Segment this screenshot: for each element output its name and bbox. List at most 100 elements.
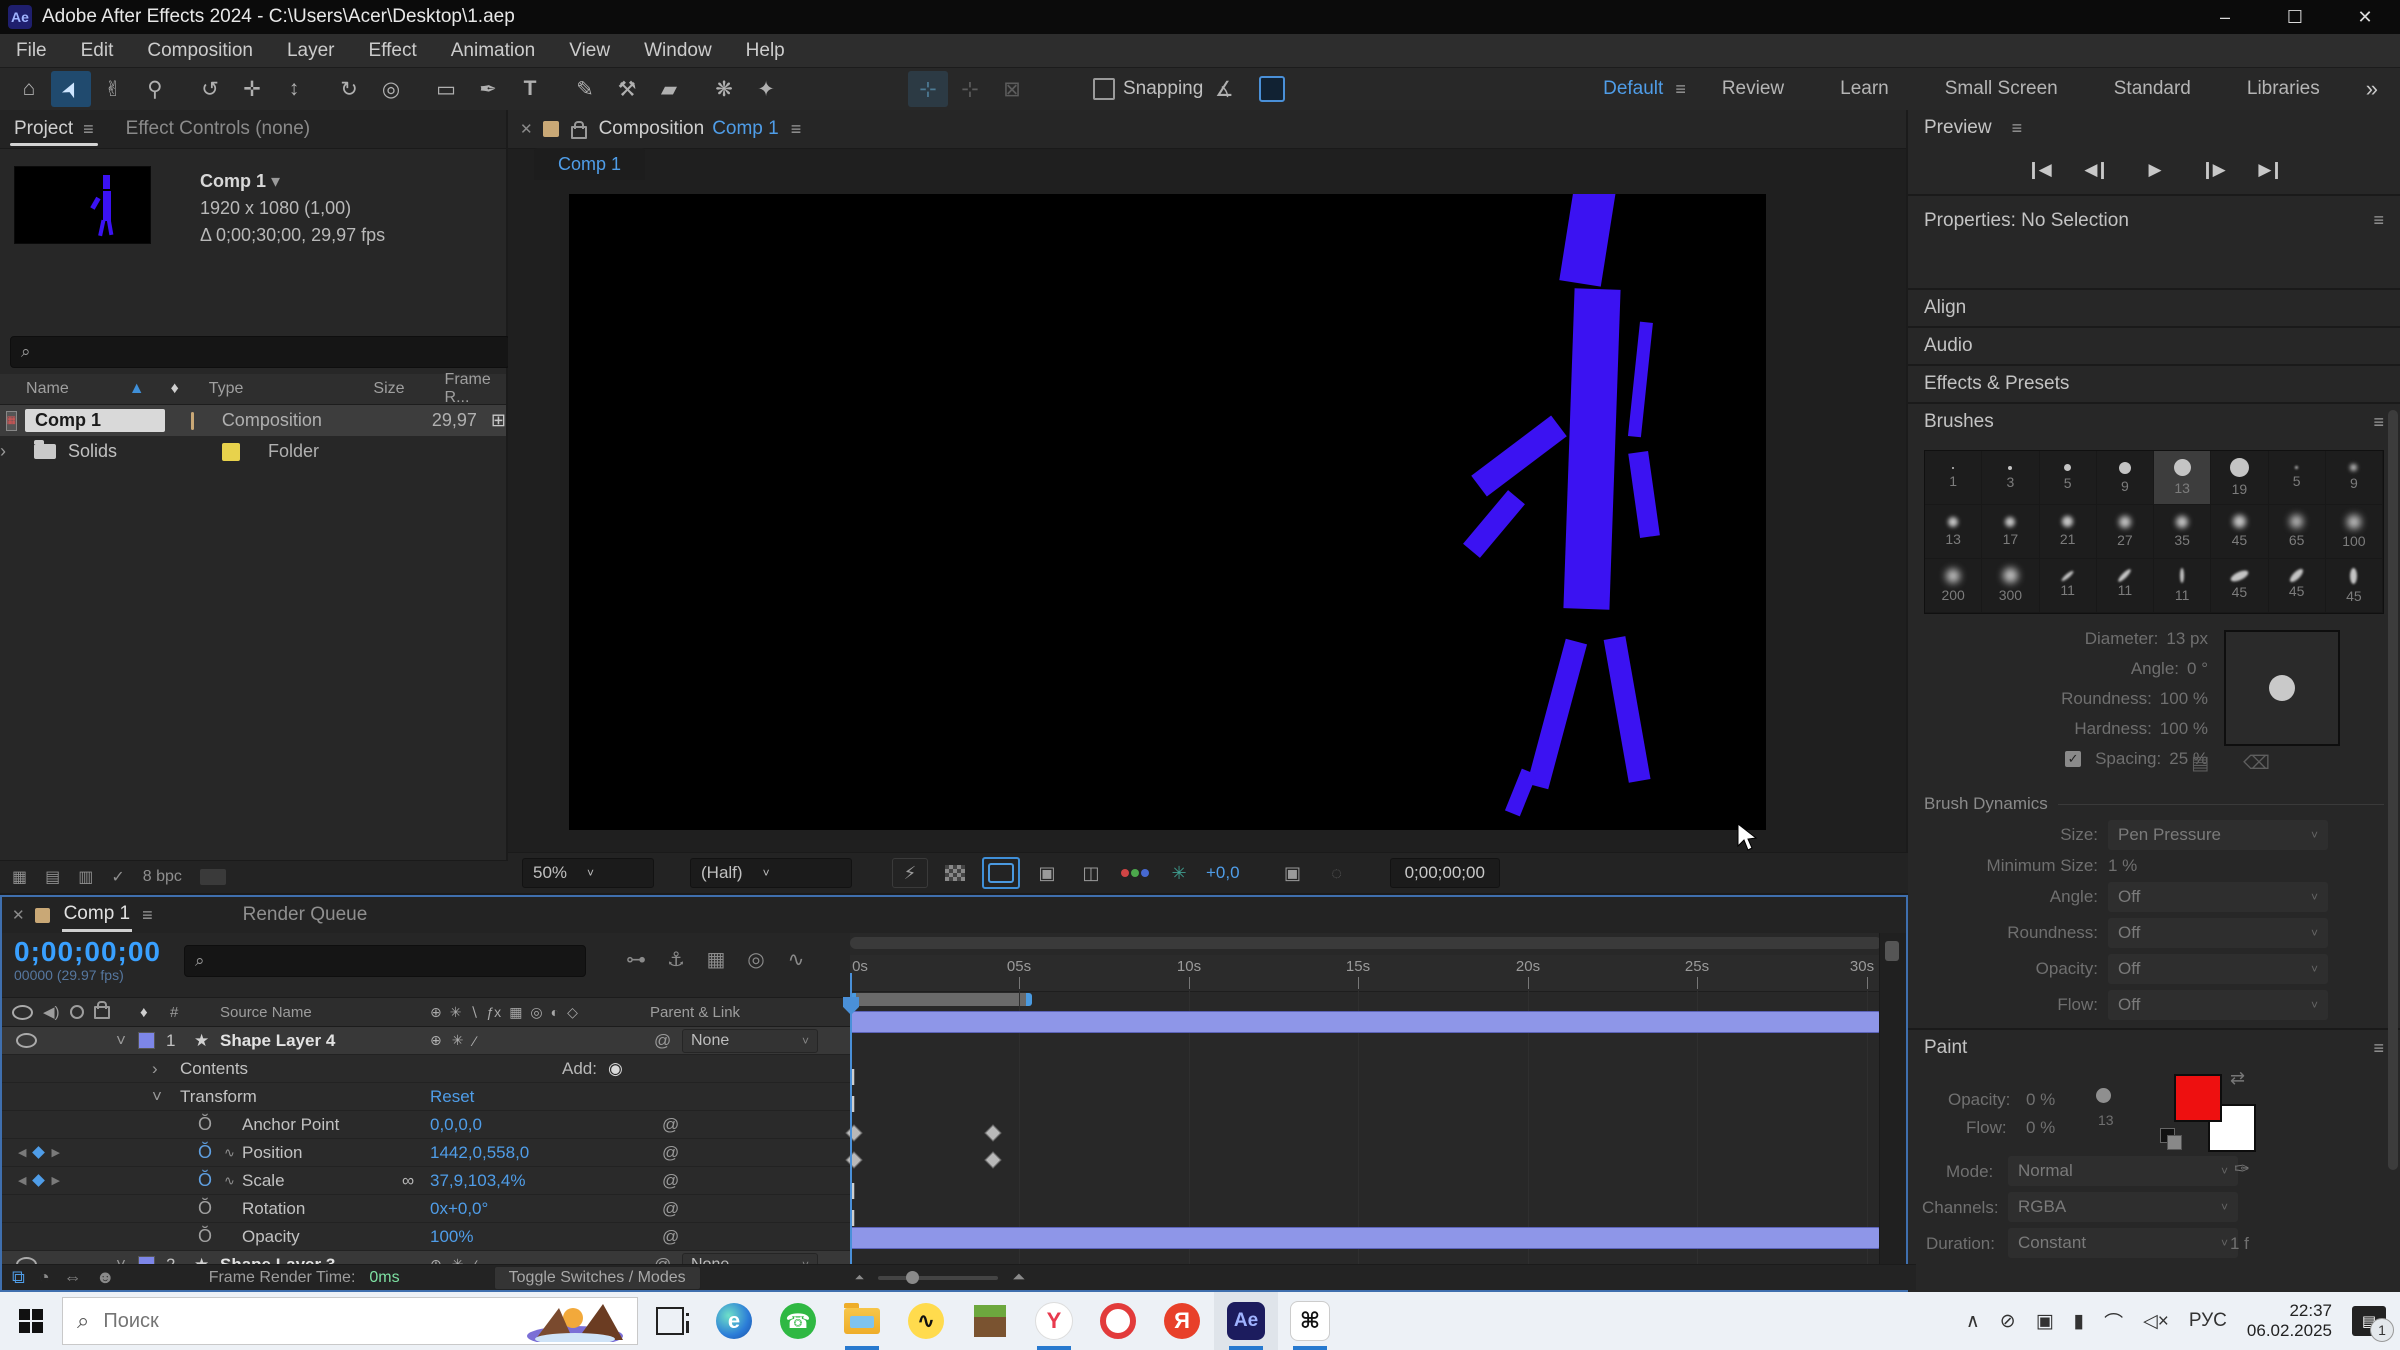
stopwatch-icon[interactable]: Ŏ [198,1226,212,1247]
property-name[interactable]: Position [242,1139,302,1166]
shape-tool-icon[interactable]: ▭ [426,71,466,107]
pickwhip-icon[interactable]: @ [662,1167,679,1194]
brush-preset[interactable]: 35 [2154,505,2211,559]
layer-duration-bar[interactable] [850,1011,1880,1033]
properties-panel-menu-icon[interactable]: ≡ [2373,210,2384,231]
menu-help[interactable]: Help [746,40,785,62]
diameter-value[interactable]: 13 px [2166,624,2208,654]
flowchart-icon[interactable]: ⊞ [491,410,506,431]
hand-tool-icon[interactable]: ✌ [93,71,133,107]
timeline-tab-comp1[interactable]: Comp 1 [62,899,133,932]
composition-canvas[interactable] [569,194,1766,830]
solo-column-icon[interactable] [70,1005,84,1019]
constrain-link-icon[interactable]: ∞ [402,1167,414,1194]
property-value[interactable]: 0,0,0,0 [430,1111,482,1138]
property-name[interactable]: Opacity [242,1223,300,1250]
workspace-small-screen[interactable]: Small Screen [1917,78,2086,100]
project-item-name[interactable]: Comp 1 [25,409,165,432]
taskbar-app-yandex-browser[interactable]: Y [1022,1292,1086,1350]
workspace-default[interactable]: Default [1575,78,1691,100]
properties-panel-title[interactable]: Properties: No Selection [1924,210,2129,232]
parent-dropdown[interactable]: None˅ [682,1029,818,1053]
expand-icon[interactable]: › [0,441,12,462]
brush-preset[interactable]: 45 [2269,559,2326,613]
workspace-review[interactable]: Review [1694,78,1812,100]
show-snapshot-icon[interactable]: ◌ [1320,859,1354,887]
keyframe-toggle-icon[interactable] [33,1174,46,1187]
dyn-angle-dropdown[interactable]: Off˅ [2108,882,2328,912]
channel-icon[interactable] [1118,859,1152,887]
project-comp-name[interactable]: Comp 1 [200,171,266,191]
viewer-subtab[interactable]: Comp 1 [534,148,645,180]
brush-preset[interactable]: 5 [2040,451,2097,505]
video-column-icon[interactable] [12,1005,33,1020]
taskbar-app-minecraft[interactable] [958,1292,1022,1350]
brush-preset[interactable]: 27 [2097,505,2154,559]
snap-angle-icon[interactable]: ∡ [1204,71,1244,107]
project-color-depth[interactable]: 8 bpc [143,868,182,886]
parent-link-column-header[interactable]: Parent & Link [650,998,740,1026]
brush-preset[interactable]: 3 [1982,451,2039,505]
wifi-icon[interactable]: ⌒ [2104,1308,2123,1335]
keyframe-toggle-icon[interactable] [33,1146,46,1159]
adjust-icon[interactable]: ✓ [111,867,124,887]
viewer-tab-kind[interactable]: Composition [599,118,705,140]
brush-preset[interactable]: 45 [2326,559,2383,613]
menu-file[interactable]: File [16,40,47,62]
swap-colors-icon[interactable]: ⇄ [2230,1068,2245,1089]
puppet-pin-tool-icon[interactable]: ✦ [746,71,786,107]
dyn-min-size-value[interactable]: 1 % [2108,856,2137,876]
spacing-checkbox[interactable]: ✓ [2065,751,2081,767]
transform-reset-link[interactable]: Reset [430,1083,474,1110]
property-name[interactable]: Anchor Point [242,1111,339,1138]
taskbar-app-whatsapp[interactable]: ☎ [766,1292,830,1350]
sort-ascending-icon[interactable]: ▲ [129,380,145,398]
col-name[interactable]: Name [26,380,69,398]
stopwatch-icon[interactable]: Ŏ [198,1142,212,1163]
brush-preset[interactable]: 11 [2040,559,2097,613]
group-row-contents[interactable]: › Contents Add: ◉ [2,1055,850,1083]
new-brush-icon[interactable]: ▤ [2191,752,2209,775]
eraser-tool-icon[interactable]: ▰ [649,71,689,107]
next-frame-button[interactable]: ❙▶ [2190,154,2234,186]
brush-preset[interactable]: 9 [2097,451,2154,505]
prev-keyframe-icon[interactable]: ◀ [18,1174,26,1187]
expand-collapse-icon[interactable]: ⇔ [64,1267,82,1288]
prop-row-rotation[interactable]: Ŏ Rotation 0x+0,0° @ [2,1195,850,1223]
zoom-tool-icon[interactable]: ⚲ [135,71,175,107]
viewer-tab-name[interactable]: Comp 1 [712,118,779,140]
brush-preset[interactable]: 100 [2326,505,2383,559]
audio-panel-header[interactable]: Audio [1908,326,2400,364]
task-view-button[interactable] [638,1292,702,1350]
brush-preset-selected[interactable]: 13 [2154,451,2211,505]
volume-muted-icon[interactable]: ◁× [2143,1310,2169,1333]
current-time-display[interactable]: 0;00;00;00 [14,937,184,967]
close-tab-icon[interactable]: ✕ [520,120,533,138]
collapse-icon[interactable]: ✳ [450,1004,462,1021]
menu-effect[interactable]: Effect [369,40,417,62]
stopwatch-icon[interactable]: Ŏ [198,1114,212,1135]
draft-3d-icon[interactable]: ⚓ [656,947,696,972]
magnification-dropdown[interactable]: 50%˅ [522,858,654,888]
viewer-panel-menu-icon[interactable]: ≡ [791,119,802,140]
pen-tool-icon[interactable]: ✒ [468,71,508,107]
brush-tool-icon[interactable]: ✎ [565,71,605,107]
brush-preset[interactable]: 1 [1925,451,1982,505]
brush-preset[interactable]: 9 [2326,451,2383,505]
workspace-learn[interactable]: Learn [1812,78,1917,100]
effects-icon[interactable]: ƒx [486,1004,501,1020]
parent-pickwhip-icon[interactable]: @ [654,1027,671,1054]
hardness-value[interactable]: 100 % [2160,714,2208,744]
layer-row-shape-layer-4[interactable]: ˅ 1 ★ Shape Layer 4 ⊕ ✳ ∕ @ None˅ [2,1027,850,1055]
group-row-transform[interactable]: ˅ Transform Reset [2,1083,850,1111]
view-axis-mode-icon[interactable]: ⊠ [992,71,1032,107]
prop-row-anchor-point[interactable]: Ŏ Anchor Point 0,0,0,0 @ [2,1111,850,1139]
audio-column-icon[interactable]: ◀) [43,1003,60,1021]
new-composition-icon[interactable]: ▥ [78,867,93,887]
brushes-panel-title[interactable]: Brushes [1924,411,1994,433]
collapse-switch[interactable]: ✳ [452,1032,464,1049]
playhead[interactable] [850,973,852,1265]
tray-expand-icon[interactable]: ∧ [1966,1310,1980,1333]
transparency-grid-icon[interactable] [938,859,972,887]
workspace-standard[interactable]: Standard [2086,78,2219,100]
